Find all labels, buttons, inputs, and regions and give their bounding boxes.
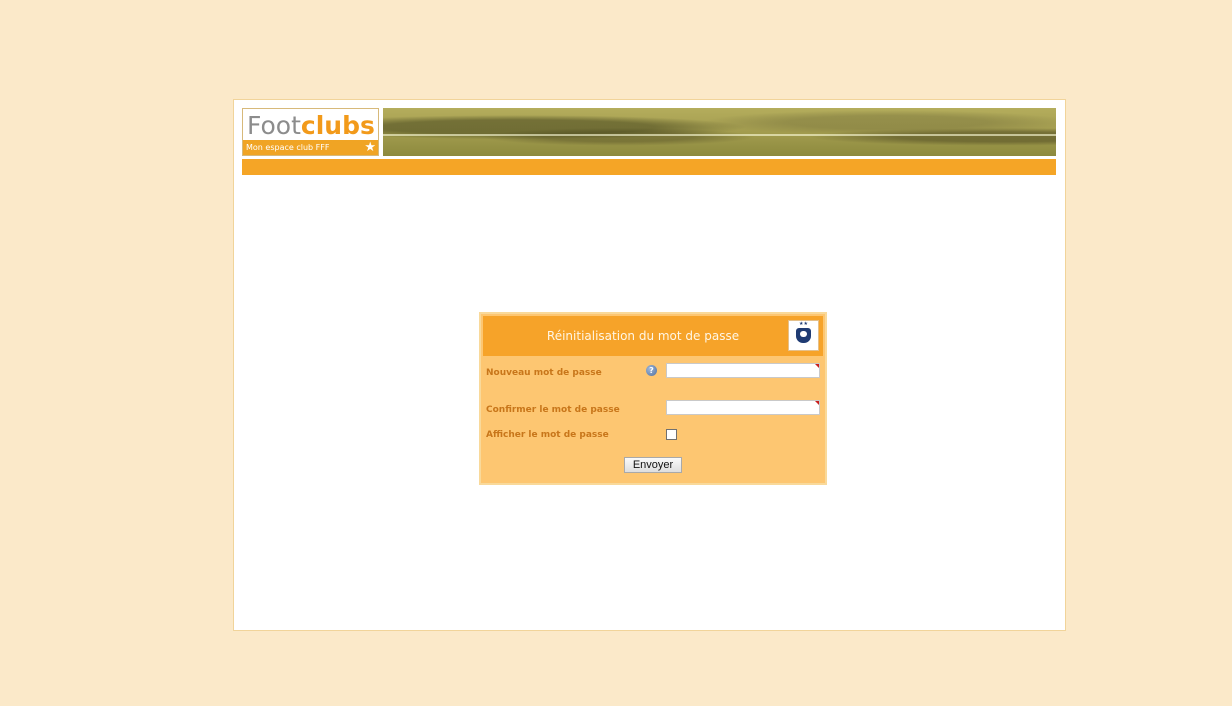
- confirm-password-input[interactable]: [666, 400, 820, 415]
- star-icon: ★: [364, 140, 376, 155]
- page-frame: Footclubs Mon espace club FFF ★ Réinitia…: [233, 99, 1066, 631]
- logo-wordmark-prefix: Foot: [247, 111, 301, 140]
- footclubs-logo[interactable]: Footclubs Mon espace club FFF ★: [242, 108, 379, 156]
- dialog-title: Réinitialisation du mot de passe: [546, 329, 740, 343]
- banner-photo: [383, 108, 1056, 156]
- fff-logo-icon: ★★: [788, 320, 819, 351]
- logo-tagline: Mon espace club FFF: [243, 140, 378, 155]
- password-reset-dialog: Réinitialisation du mot de passe ★★ Nouv…: [479, 312, 827, 485]
- logo-wordmark: Footclubs: [247, 112, 375, 140]
- fff-stars: ★★: [799, 321, 808, 327]
- confirm-password-label: Confirmer le mot de passe: [486, 405, 620, 415]
- banner-field-line: [383, 134, 1056, 136]
- site-header: Footclubs Mon espace club FFF ★: [242, 108, 1056, 156]
- fff-crest-icon: [796, 328, 811, 343]
- show-password-label: Afficher le mot de passe: [486, 430, 609, 440]
- show-password-checkbox[interactable]: [666, 429, 677, 440]
- new-password-label: Nouveau mot de passe: [486, 368, 602, 378]
- help-icon[interactable]: ?: [646, 365, 657, 376]
- logo-wordmark-accent: clubs: [300, 111, 375, 140]
- submit-button[interactable]: Envoyer: [624, 457, 682, 473]
- new-password-input[interactable]: [666, 363, 820, 378]
- dialog-title-bar: Réinitialisation du mot de passe ★★: [483, 316, 823, 356]
- header-orange-bar: [242, 159, 1056, 175]
